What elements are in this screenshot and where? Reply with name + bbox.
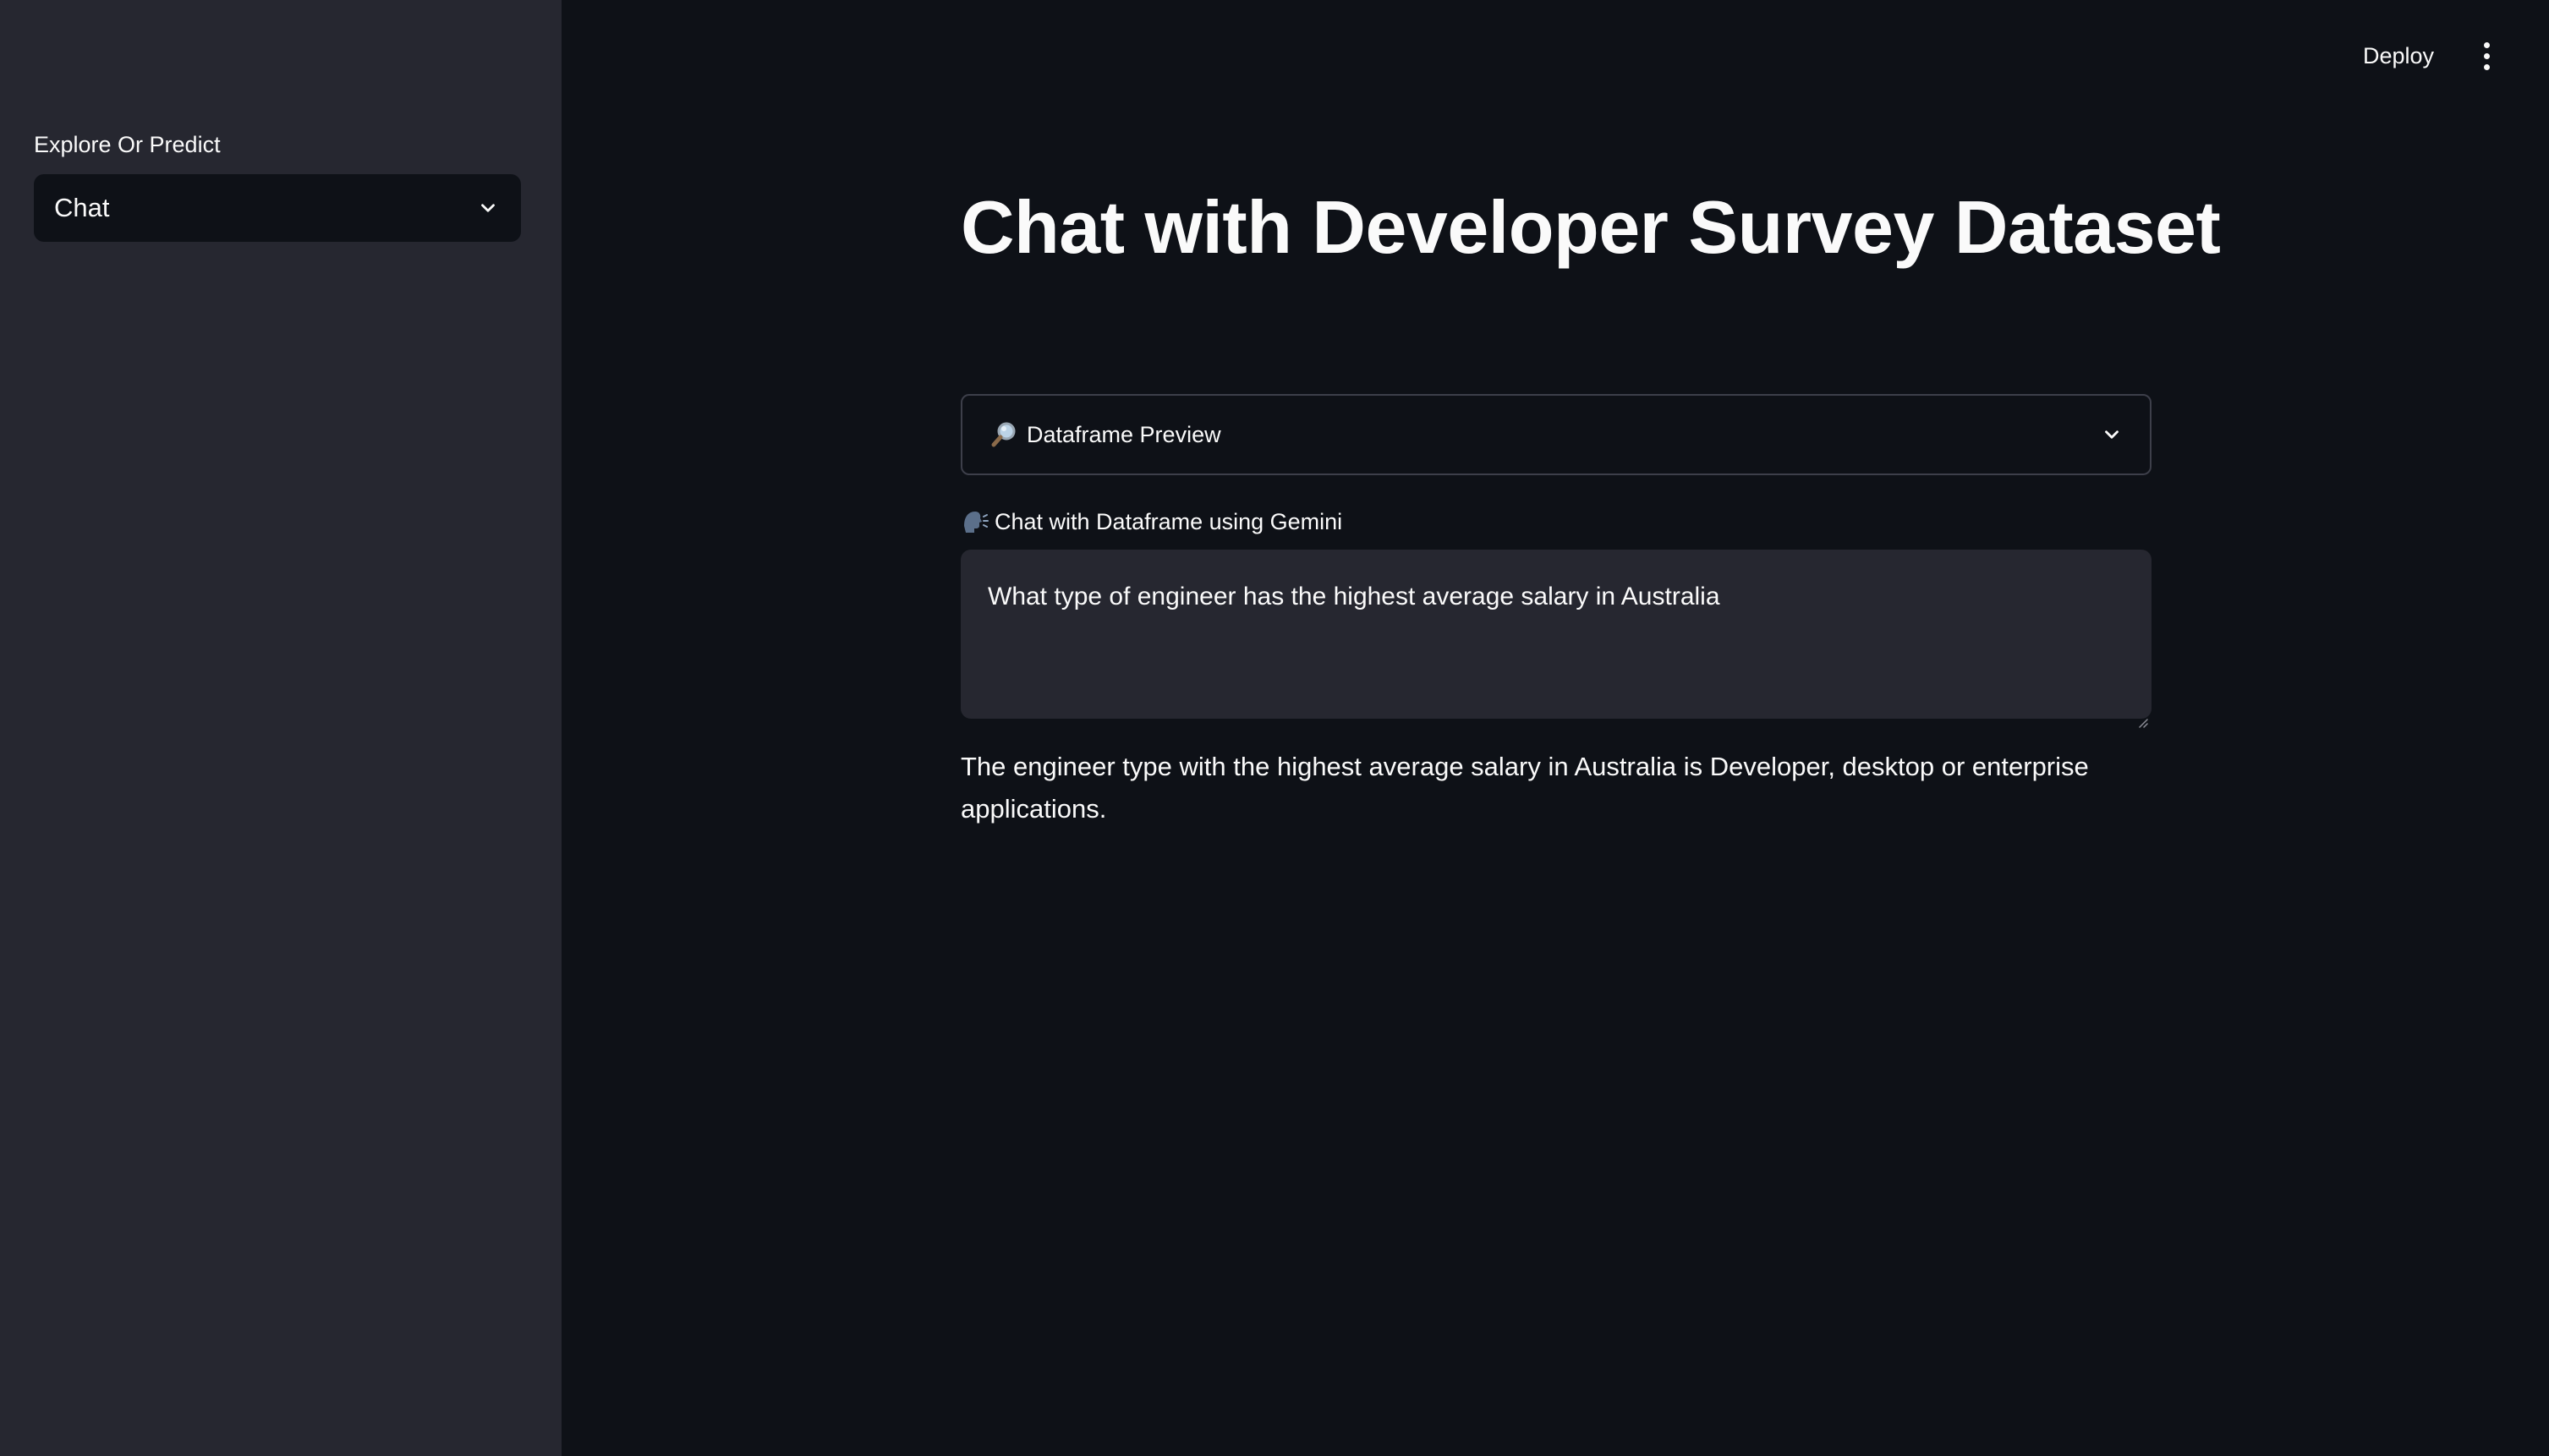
- app-root: Explore Or Predict Chat Deploy Chat with…: [0, 0, 2549, 1456]
- chat-label-text: Chat with Dataframe using Gemini: [995, 508, 1343, 534]
- explore-or-predict-label: Explore Or Predict: [34, 132, 221, 157]
- deploy-button[interactable]: Deploy: [2351, 37, 2446, 74]
- speaking-head-icon: [961, 507, 989, 536]
- main-menu-button[interactable]: [2470, 36, 2503, 76]
- select-value: Chat: [54, 193, 110, 222]
- chevron-down-icon: [2099, 422, 2124, 447]
- expander-label: Dataframe Preview: [1027, 421, 1221, 447]
- textarea-value: What type of engineer has the highest av…: [988, 583, 1720, 610]
- dataframe-preview-expander[interactable]: Dataframe Preview: [961, 394, 2152, 475]
- resize-handle-icon[interactable]: [2136, 703, 2148, 728]
- sidebar: Explore Or Predict Chat: [0, 0, 562, 1456]
- chevron-down-icon: [475, 195, 501, 221]
- magnifier-icon: [989, 419, 1020, 450]
- chat-answer-text: The engineer type with the highest avera…: [961, 752, 2089, 824]
- chat-question-textarea[interactable]: What type of engineer has the highest av…: [961, 550, 2152, 728]
- vertical-ellipsis-icon: [2483, 41, 2490, 48]
- page-title: Chat with Developer Survey Dataset: [961, 185, 2221, 269]
- explore-or-predict-select[interactable]: Chat: [34, 174, 521, 242]
- chat-input-label: Chat with Dataframe using Gemini: [961, 507, 1342, 536]
